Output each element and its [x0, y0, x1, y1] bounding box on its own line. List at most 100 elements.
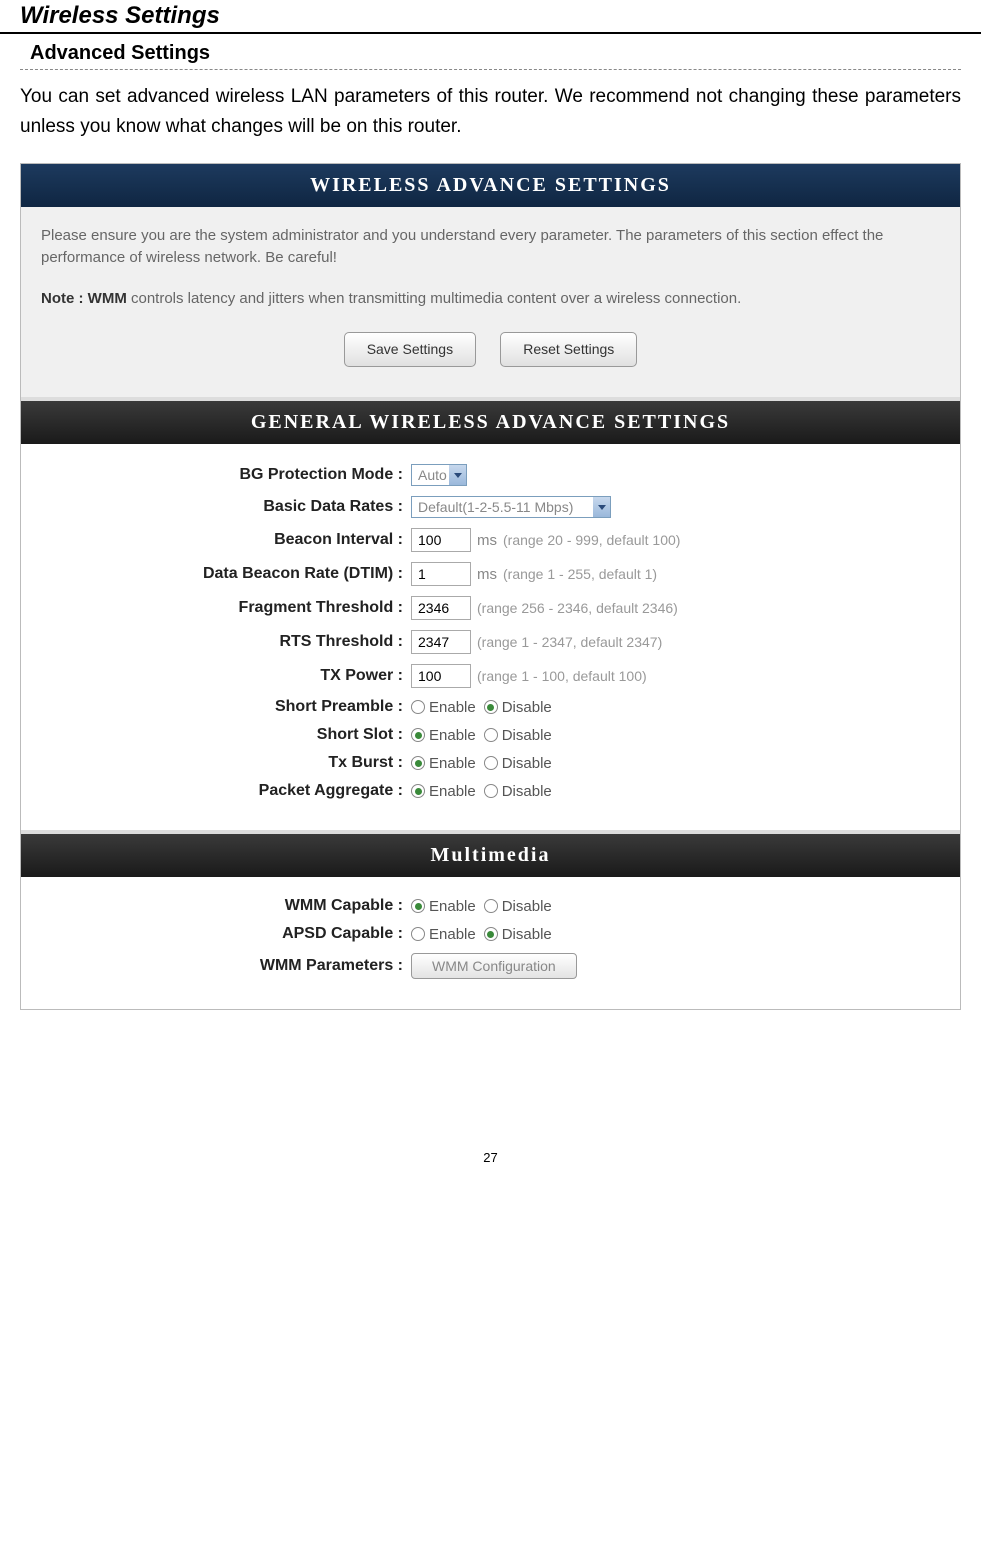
dtim-input[interactable] [411, 562, 471, 586]
short-preamble-disable[interactable]: Disable [484, 699, 552, 716]
wmm-capable-row: WMM Capable : Enable Disable [41, 897, 940, 915]
fragment-hint: (range 256 - 2346, default 2346) [477, 600, 678, 616]
short-preamble-enable[interactable]: Enable [411, 699, 476, 716]
general-form: BG Protection Mode : Auto Basic Data Rat… [21, 444, 960, 830]
tx-power-hint: (range 1 - 100, default 100) [477, 668, 647, 684]
beacon-interval-row: Beacon Interval : ms (range 20 - 999, de… [41, 528, 940, 552]
rts-hint: (range 1 - 2347, default 2347) [477, 634, 662, 650]
short-slot-label: Short Slot : [41, 726, 411, 744]
radio-icon [411, 927, 425, 941]
bg-protection-select[interactable]: Auto [411, 464, 467, 486]
enable-label: Enable [429, 755, 476, 772]
tx-burst-enable[interactable]: Enable [411, 755, 476, 772]
beacon-interval-label: Beacon Interval : [41, 531, 411, 549]
dtim-hint: (range 1 - 255, default 1) [503, 566, 657, 582]
divider [20, 69, 961, 70]
enable-label: Enable [429, 727, 476, 744]
radio-icon [484, 927, 498, 941]
page-number: 27 [0, 1150, 981, 1175]
chevron-down-icon [593, 497, 610, 517]
note-label: Note : WMM [41, 290, 127, 307]
wmm-params-row: WMM Parameters : WMM Configuration [41, 953, 940, 979]
radio-icon [411, 899, 425, 913]
wmm-params-label: WMM Parameters : [41, 957, 411, 975]
rts-row: RTS Threshold : (range 1 - 2347, default… [41, 630, 940, 654]
short-slot-enable[interactable]: Enable [411, 727, 476, 744]
radio-icon [484, 700, 498, 714]
note-text: controls latency and jitters when transm… [127, 290, 741, 307]
enable-label: Enable [429, 699, 476, 716]
tx-power-label: TX Power : [41, 667, 411, 685]
button-row: Save Settings Reset Settings [41, 332, 940, 367]
packet-aggregate-label: Packet Aggregate : [41, 782, 411, 800]
radio-icon [484, 756, 498, 770]
dtim-label: Data Beacon Rate (DTIM) : [41, 565, 411, 583]
fragment-row: Fragment Threshold : (range 256 - 2346, … [41, 596, 940, 620]
section-subtitle: Advanced Settings [0, 42, 981, 65]
basic-data-rates-row: Basic Data Rates : Default(1-2-5.5-11 Mb… [41, 496, 940, 518]
short-slot-disable[interactable]: Disable [484, 727, 552, 744]
dtim-row: Data Beacon Rate (DTIM) : ms (range 1 - … [41, 562, 940, 586]
packet-aggregate-disable[interactable]: Disable [484, 783, 552, 800]
wmm-capable-label: WMM Capable : [41, 897, 411, 915]
radio-icon [411, 700, 425, 714]
info-box: Please ensure you are the system adminis… [21, 207, 960, 398]
basic-data-rates-select[interactable]: Default(1-2-5.5-11 Mbps) [411, 496, 611, 518]
disable-label: Disable [502, 783, 552, 800]
apsd-capable-enable[interactable]: Enable [411, 926, 476, 943]
wmm-capable-disable[interactable]: Disable [484, 898, 552, 915]
disable-label: Disable [502, 727, 552, 744]
note-block: Note : WMM controls latency and jitters … [41, 288, 940, 311]
radio-icon [484, 784, 498, 798]
intro-text: You can set advanced wireless LAN parame… [0, 82, 981, 163]
fragment-input[interactable] [411, 596, 471, 620]
save-settings-button[interactable]: Save Settings [344, 332, 476, 367]
rts-label: RTS Threshold : [41, 633, 411, 651]
packet-aggregate-row: Packet Aggregate : Enable Disable [41, 782, 940, 800]
short-slot-row: Short Slot : Enable Disable [41, 726, 940, 744]
bg-protection-row: BG Protection Mode : Auto [41, 464, 940, 486]
enable-label: Enable [429, 783, 476, 800]
radio-icon [411, 756, 425, 770]
settings-panel: WIRELESS ADVANCE SETTINGS Please ensure … [20, 163, 961, 1011]
reset-settings-button[interactable]: Reset Settings [500, 332, 637, 367]
dtim-unit: ms [477, 566, 497, 583]
page-title: Wireless Settings [0, 0, 981, 34]
disable-label: Disable [502, 926, 552, 943]
tx-burst-row: Tx Burst : Enable Disable [41, 754, 940, 772]
packet-aggregate-enable[interactable]: Enable [411, 783, 476, 800]
enable-label: Enable [429, 898, 476, 915]
short-preamble-row: Short Preamble : Enable Disable [41, 698, 940, 716]
radio-icon [484, 728, 498, 742]
apsd-capable-label: APSD Capable : [41, 925, 411, 943]
disable-label: Disable [502, 755, 552, 772]
beacon-interval-unit: ms [477, 532, 497, 549]
chevron-down-icon [449, 465, 466, 485]
tx-burst-disable[interactable]: Disable [484, 755, 552, 772]
rts-input[interactable] [411, 630, 471, 654]
multimedia-form: WMM Capable : Enable Disable APSD Capabl… [21, 877, 960, 1009]
wireless-advance-header: WIRELESS ADVANCE SETTINGS [21, 164, 960, 207]
apsd-capable-row: APSD Capable : Enable Disable [41, 925, 940, 943]
tx-power-input[interactable] [411, 664, 471, 688]
info-text: Please ensure you are the system adminis… [41, 225, 940, 270]
multimedia-header: Multimedia [21, 834, 960, 877]
disable-label: Disable [502, 699, 552, 716]
tx-power-row: TX Power : (range 1 - 100, default 100) [41, 664, 940, 688]
tx-burst-label: Tx Burst : [41, 754, 411, 772]
radio-icon [411, 784, 425, 798]
beacon-interval-input[interactable] [411, 528, 471, 552]
beacon-interval-hint: (range 20 - 999, default 100) [503, 532, 680, 548]
disable-label: Disable [502, 898, 552, 915]
wmm-configuration-button[interactable]: WMM Configuration [411, 953, 577, 979]
enable-label: Enable [429, 926, 476, 943]
basic-data-rates-label: Basic Data Rates : [41, 498, 411, 516]
short-preamble-label: Short Preamble : [41, 698, 411, 716]
fragment-label: Fragment Threshold : [41, 599, 411, 617]
wmm-capable-enable[interactable]: Enable [411, 898, 476, 915]
basic-data-rates-value: Default(1-2-5.5-11 Mbps) [411, 496, 611, 518]
radio-icon [484, 899, 498, 913]
general-wireless-header: GENERAL WIRELESS ADVANCE SETTINGS [21, 401, 960, 444]
apsd-capable-disable[interactable]: Disable [484, 926, 552, 943]
radio-icon [411, 728, 425, 742]
